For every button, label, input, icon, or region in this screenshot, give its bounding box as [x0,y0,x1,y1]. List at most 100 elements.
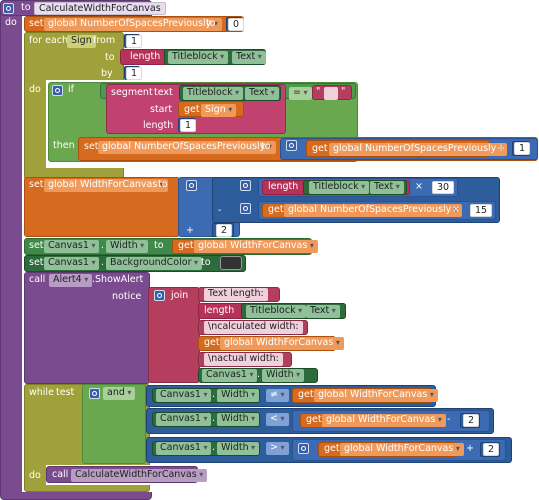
if-gear-icon[interactable] [52,85,63,96]
segment-start-label: start [150,104,173,115]
width-n15-field[interactable]: 15 [470,204,493,217]
alert-call-label: call [29,274,46,285]
foreach-from-label: from [93,35,116,46]
cond1-var-dropdown[interactable]: global WidthForCanvas [314,389,438,402]
alert-comp-dropdown[interactable]: Alert4 [49,274,93,287]
cond3-var-dropdown[interactable]: global WidthForCanvas [340,443,464,456]
foreach-length-label: length [130,51,161,62]
foreach-label: for each [29,35,68,46]
join-s3-field[interactable]: \nactual width: [204,353,283,366]
and-gear-icon[interactable] [89,388,100,399]
procedure-do-label: do [5,17,17,28]
join-s1-field[interactable]: Text length: [204,288,268,301]
set-canvas-width-get-label: get [178,240,194,251]
cond3-prop-dropdown[interactable]: Width [217,442,260,455]
while-call-label: call [52,469,69,480]
set-prev-to-label: to [206,18,216,29]
then-get-var-dropdown[interactable]: global NumberOfSpacesPreviously [329,143,507,156]
set-canvas-width-to-label: to [154,240,164,251]
width-n2-field[interactable]: 2 [216,224,233,237]
alert-method-label: .ShowAlert [92,274,144,285]
segment-length-num-field[interactable]: 1 [180,119,197,132]
join-canvas-prop-dropdown[interactable]: Width [262,369,305,382]
width-add-gear-icon[interactable] [186,180,197,191]
segment-text-label: text [154,87,173,98]
segment-start-var-dropdown[interactable]: Sign [201,104,237,117]
width-minus-label: - [218,205,222,216]
while-call-name-dropdown[interactable]: CalculateWidthForCanvas [71,469,208,482]
cond2-prop-dropdown[interactable]: Width [217,413,260,426]
width-get-label: get [268,204,284,215]
join-get-var-dropdown[interactable]: global WidthForCanvas [220,337,344,350]
set-canvas-width-var-dropdown[interactable]: global WidthForCanvas [194,240,318,253]
foreach-to-label: to [105,52,115,63]
compare-string-close-quote: " [341,86,346,97]
while-label: while [29,387,54,398]
segment-length-label: length [143,120,174,131]
join-canvas-comp-dropdown[interactable]: Canvas1 [202,369,258,382]
mutator-gear-icon[interactable] [3,3,14,14]
segment-comp-dropdown[interactable]: Titleblock [183,87,244,100]
foreach-from-field[interactable]: 1 [126,35,143,48]
segment-prop-dropdown[interactable]: Text [245,87,279,100]
then-set-var-dropdown[interactable]: global NumberOfSpacesPreviously [98,141,276,154]
then-num-field[interactable]: 1 [514,142,531,155]
set-canvas-bg-comp-dropdown[interactable]: Canvas1 [44,257,100,270]
procedure-name-field[interactable]: CalculateWidthForCanvas [34,2,166,15]
cond1-prop-dropdown[interactable]: Width [217,389,260,402]
set-prev-set-label: set [29,18,44,29]
alert-notice-label: notice [112,291,142,302]
foreach-prop-dropdown[interactable]: Text [232,51,266,64]
width-get-var-dropdown[interactable]: global NumberOfSpacesPreviously [284,204,462,217]
width-mult2-gear-icon[interactable] [240,203,251,214]
set-prev-value-field[interactable]: 0 [228,18,245,31]
cond2-num-field[interactable]: 2 [463,414,480,427]
width-times1-label: × [415,181,423,192]
then-add-gear-icon[interactable] [286,140,297,151]
set-width-var-dropdown[interactable]: global WidthForCanvas [44,179,168,192]
cond2-comp-dropdown[interactable]: Canvas1 [156,413,212,426]
cond3-num-field[interactable]: 2 [483,443,500,456]
set-canvas-bg-set-label: set [29,257,44,268]
width-n30-field[interactable]: 30 [432,181,455,194]
set-canvas-width-comp-dropdown[interactable]: Canvas1 [44,240,100,253]
set-canvas-bg-to-label: to [201,257,211,268]
compare-op-dropdown[interactable]: = [289,87,312,100]
foreach-var-field[interactable]: Sign [67,35,96,48]
cond1-comp-dropdown[interactable]: Canvas1 [156,389,212,402]
color-swatch[interactable] [220,256,242,270]
set-canvas-bg-prop-dropdown[interactable]: BackgroundColor [106,257,203,270]
join-s2-field[interactable]: \ncalculated width: [204,321,303,334]
join-gear-icon[interactable] [154,290,165,301]
foreach-comp-dropdown[interactable]: Titleblock [168,51,229,64]
foreach-by-field[interactable]: 1 [126,67,143,80]
cond1-dot: . [212,389,216,400]
width-prop-dropdown[interactable]: Text [370,181,404,194]
width-sub-gear-icon[interactable] [240,180,251,191]
cond3-add-gear-icon[interactable] [298,443,309,454]
cond1-op-dropdown[interactable]: ≠ [266,389,289,402]
then-plus-label: + [497,143,505,154]
cond2-get-label: get [306,414,322,425]
then-get-label: get [312,143,328,154]
compare-string-field[interactable] [324,87,338,100]
cond2-op-dropdown[interactable]: < [266,413,289,426]
cond2-var-dropdown[interactable]: global WidthForCanvas [322,414,446,427]
width-plus-label: + [186,225,194,236]
set-canvas-width-prop-dropdown[interactable]: Width [106,240,149,253]
cond3-op-dropdown[interactable]: > [266,442,289,455]
alert-block[interactable] [24,272,150,384]
join-prop-dropdown[interactable]: Text [306,305,340,318]
width-comp-dropdown[interactable]: Titleblock [309,181,370,194]
join-comp-dropdown[interactable]: Titleblock [246,305,307,318]
set-width-to-label: to [158,179,168,190]
foreach-do-label: do [29,84,41,95]
join-length-label: length [204,305,235,316]
set-canvas-width-set-label: set [29,240,44,251]
then-label: then [53,140,75,151]
cond3-dot: . [212,442,216,453]
and-op-dropdown[interactable]: and [103,387,136,400]
cond3-comp-dropdown[interactable]: Canvas1 [156,442,212,455]
set-prev-var-dropdown[interactable]: global NumberOfSpacesPreviously [44,18,222,31]
join-label: join [171,290,189,301]
